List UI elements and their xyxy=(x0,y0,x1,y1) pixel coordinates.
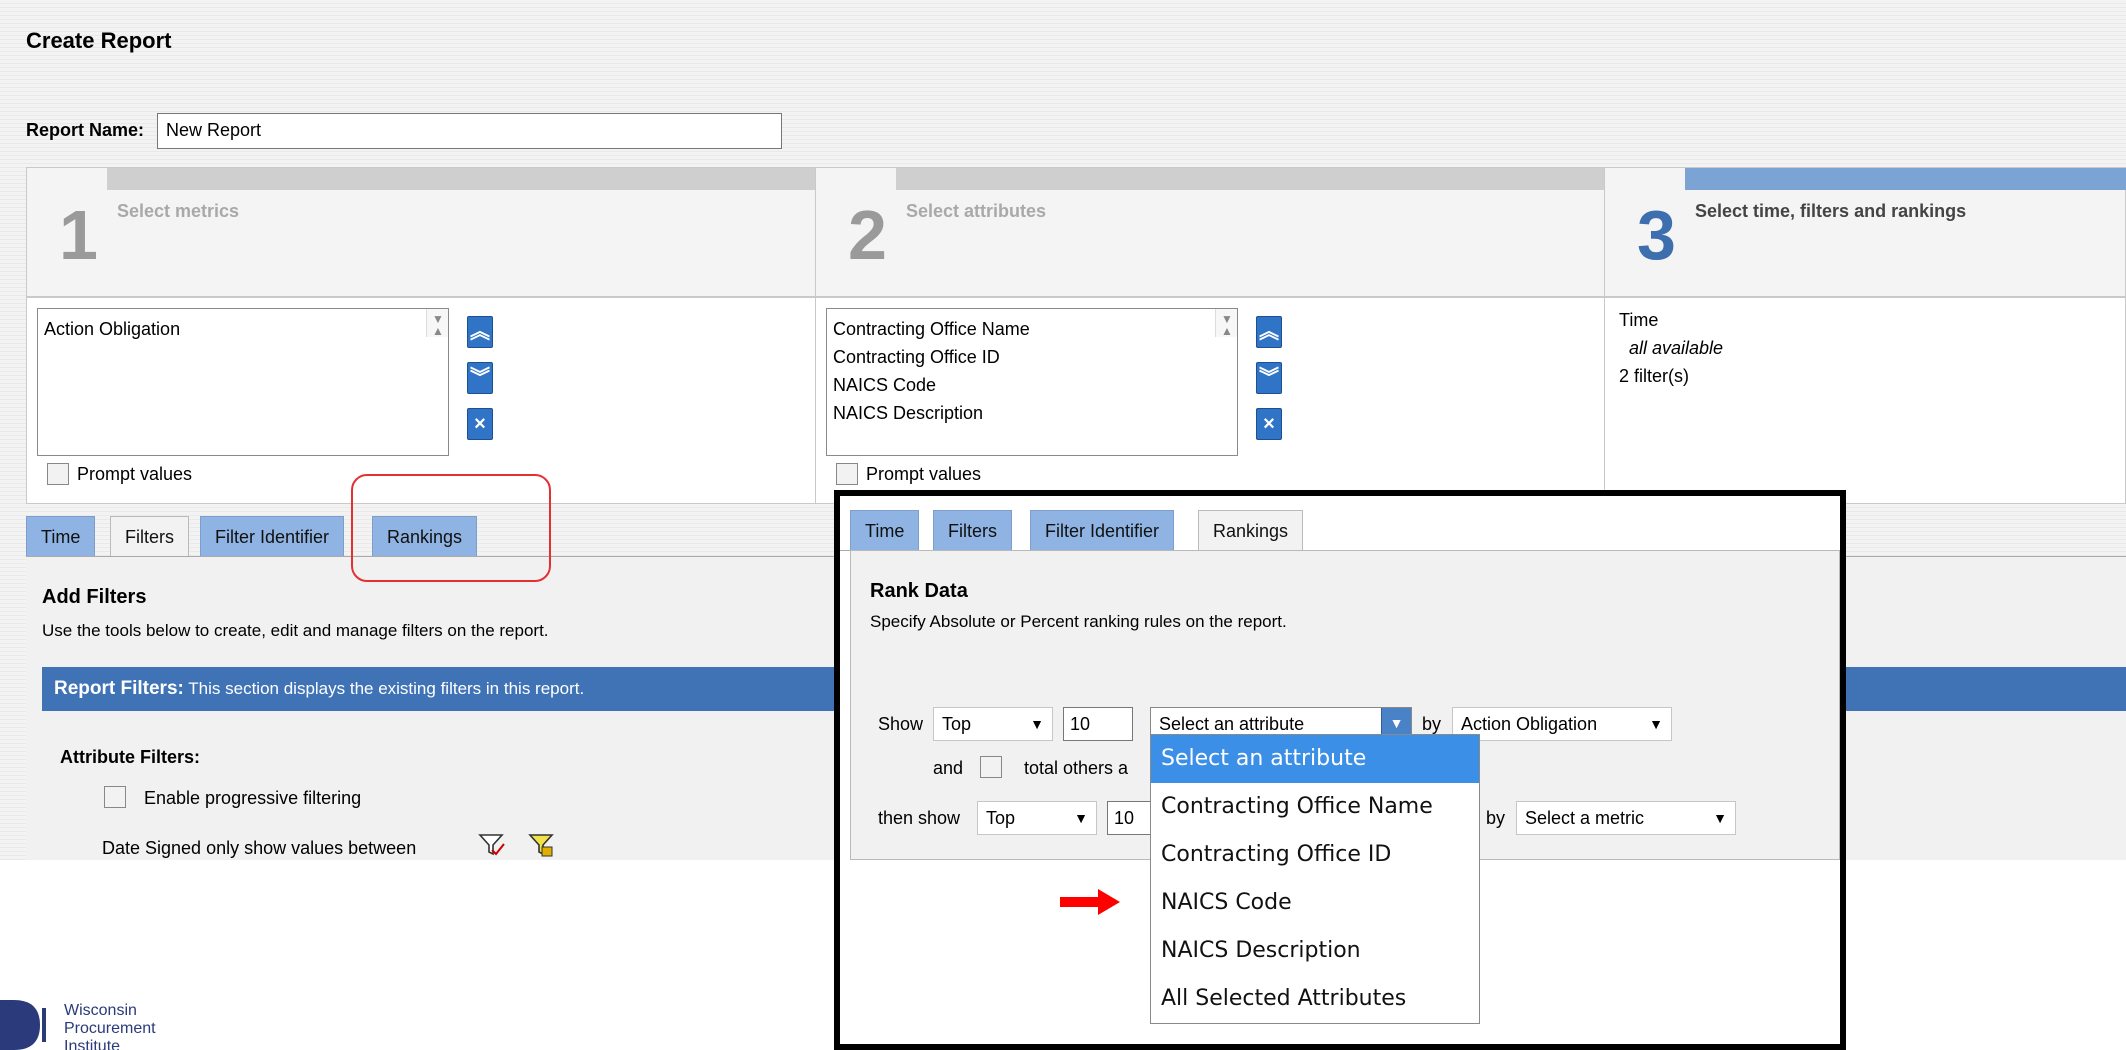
move-up-icon[interactable]: ︽ xyxy=(1256,316,1282,348)
dropdown-option[interactable]: Select an attribute xyxy=(1151,735,1479,783)
step-3-label: Select time, filters and rankings xyxy=(1695,201,1967,221)
progressive-filtering-label: Enable progressive filtering xyxy=(144,788,362,808)
show-type-value: Top xyxy=(942,714,972,734)
tab-filters[interactable]: Filters xyxy=(110,516,189,556)
step-2-label: Select attributes xyxy=(906,201,1047,221)
by-label: by xyxy=(1422,714,1442,734)
add-filters-description: Use the tools below to create, edit and … xyxy=(42,621,549,640)
then-type-value: Top xyxy=(986,808,1016,828)
report-name-label: Report Name: xyxy=(26,120,145,140)
metrics-prompt-label: Prompt values xyxy=(77,464,193,484)
metric-select[interactable]: Action Obligation ▼ xyxy=(1452,707,1672,741)
chevron-down-icon: ▼ xyxy=(1030,716,1044,732)
filter-count: 2 filter(s) xyxy=(1619,366,1690,386)
add-filters-title: Add Filters xyxy=(42,586,147,608)
total-others-label: total others a xyxy=(1024,758,1129,778)
logo-text: Wisconsin Procurement Institute xyxy=(64,1002,156,1050)
move-up-icon[interactable]: ︽ xyxy=(467,316,493,348)
metrics-listbox[interactable]: Action Obligation ▲ ▼ xyxy=(37,308,449,456)
then-metric-select[interactable]: Select a metric ▼ xyxy=(1516,801,1736,835)
then-show-label: then show xyxy=(878,808,961,828)
chevron-down-icon: ▼ xyxy=(1713,810,1727,826)
time-summary-label: Time xyxy=(1619,310,1659,330)
scroll-down-icon[interactable]: ▼ xyxy=(1216,305,1238,333)
logo-line: Procurement xyxy=(64,1020,156,1037)
time-summary-box: Time all available 2 filter(s) xyxy=(1604,297,2126,504)
step-3-number: 3 xyxy=(1637,196,1676,274)
step-1-number: 1 xyxy=(59,196,98,274)
attributes-prompt-checkbox[interactable] xyxy=(836,463,858,485)
remove-icon[interactable]: × xyxy=(467,408,493,440)
then-count-input[interactable]: 10 xyxy=(1107,801,1153,835)
annotation-arrow-icon xyxy=(1060,889,1120,915)
step-1-label: Select metrics xyxy=(117,201,240,221)
rank-data-description: Specify Absolute or Percent ranking rule… xyxy=(870,612,1287,631)
show-label: Show xyxy=(878,714,924,734)
date-signed-filter-text: Date Signed only show values between xyxy=(102,838,417,858)
tab-rankings[interactable]: Rankings xyxy=(1198,510,1304,550)
time-summary-value: all available xyxy=(1629,338,1724,358)
attribute-item[interactable]: NAICS Code xyxy=(833,371,1231,399)
progressive-filtering-checkbox[interactable] xyxy=(104,786,126,808)
step-1-bar xyxy=(107,168,817,190)
step-1-panel[interactable]: 1 Select metrics xyxy=(26,167,817,297)
filter-lock-icon[interactable] xyxy=(528,832,556,858)
tab-time[interactable]: Time xyxy=(26,516,96,556)
tab-filter-identifier[interactable]: Filter Identifier xyxy=(1030,510,1175,550)
remove-icon[interactable]: × xyxy=(1256,408,1282,440)
step-2-panel[interactable]: 2 Select attributes xyxy=(815,167,1606,297)
metric-item[interactable]: Action Obligation xyxy=(44,315,442,343)
move-down-icon[interactable]: ︾ xyxy=(467,362,493,394)
logo-line: Institute xyxy=(64,1038,121,1050)
filter-edit-icon[interactable] xyxy=(478,832,506,858)
wpi-logo-icon xyxy=(0,1000,46,1050)
metrics-prompt-checkbox[interactable] xyxy=(47,463,69,485)
show-count-input[interactable]: 10 xyxy=(1063,707,1133,741)
report-filters-title: Report Filters: xyxy=(54,678,184,699)
step-3-bar xyxy=(1685,168,2126,190)
then-by-label: by xyxy=(1486,808,1506,828)
step-2-bar xyxy=(896,168,1606,190)
attributes-scrollbar[interactable]: ▲ ▼ xyxy=(1215,309,1237,338)
dropdown-option[interactable]: Contracting Office ID xyxy=(1151,831,1479,879)
attributes-prompt-label: Prompt values xyxy=(866,464,982,484)
total-others-checkbox[interactable] xyxy=(980,756,1002,778)
dropdown-option[interactable]: All Selected Attributes xyxy=(1151,975,1479,1023)
rank-data-title: Rank Data xyxy=(870,580,968,602)
dropdown-option[interactable]: NAICS Description xyxy=(1151,927,1479,975)
attribute-item[interactable]: Contracting Office Name xyxy=(833,315,1231,343)
step-2-number: 2 xyxy=(848,196,887,274)
then-metric-value: Select a metric xyxy=(1525,808,1645,828)
show-type-select[interactable]: Top ▼ xyxy=(933,707,1053,741)
tab-time[interactable]: Time xyxy=(850,510,920,550)
attribute-filters-label: Attribute Filters: xyxy=(60,747,201,767)
scroll-down-icon[interactable]: ▼ xyxy=(427,305,449,333)
metrics-box: Action Obligation ▲ ▼ ︽ ︾ × Prompt value… xyxy=(26,297,816,504)
report-filters-text: This section displays the existing filte… xyxy=(188,679,585,698)
metrics-scrollbar[interactable]: ▲ ▼ xyxy=(426,309,448,338)
attribute-item[interactable]: Contracting Office ID xyxy=(833,343,1231,371)
step-3-panel[interactable]: 3 Select time, filters and rankings xyxy=(1604,167,2126,297)
attributes-box: Contracting Office Name Contracting Offi… xyxy=(815,297,1605,504)
tab-filters[interactable]: Filters xyxy=(933,510,1012,550)
attribute-select-value: Select an attribute xyxy=(1159,714,1305,734)
and-label: and xyxy=(933,758,964,778)
report-name-input[interactable]: New Report xyxy=(157,113,782,149)
tab-filter-identifier[interactable]: Filter Identifier xyxy=(200,516,345,556)
rankings-zoom-callout: Time Filters Filter Identifier Rankings … xyxy=(834,490,1846,1050)
dropdown-option[interactable]: Contracting Office Name xyxy=(1151,783,1479,831)
dropdown-option[interactable]: NAICS Code xyxy=(1151,879,1479,927)
metric-select-value: Action Obligation xyxy=(1461,714,1598,734)
chevron-down-icon: ▼ xyxy=(1074,810,1088,826)
annotation-circle xyxy=(351,474,551,582)
attribute-item[interactable]: NAICS Description xyxy=(833,399,1231,427)
logo-line: Wisconsin xyxy=(64,1002,137,1019)
move-down-icon[interactable]: ︾ xyxy=(1256,362,1282,394)
page-title: Create Report xyxy=(26,28,172,53)
attribute-dropdown-list[interactable]: Select an attribute Contracting Office N… xyxy=(1150,734,1480,1024)
attributes-listbox[interactable]: Contracting Office Name Contracting Offi… xyxy=(826,308,1238,456)
chevron-down-icon: ▼ xyxy=(1649,716,1663,732)
then-type-select[interactable]: Top ▼ xyxy=(977,801,1097,835)
